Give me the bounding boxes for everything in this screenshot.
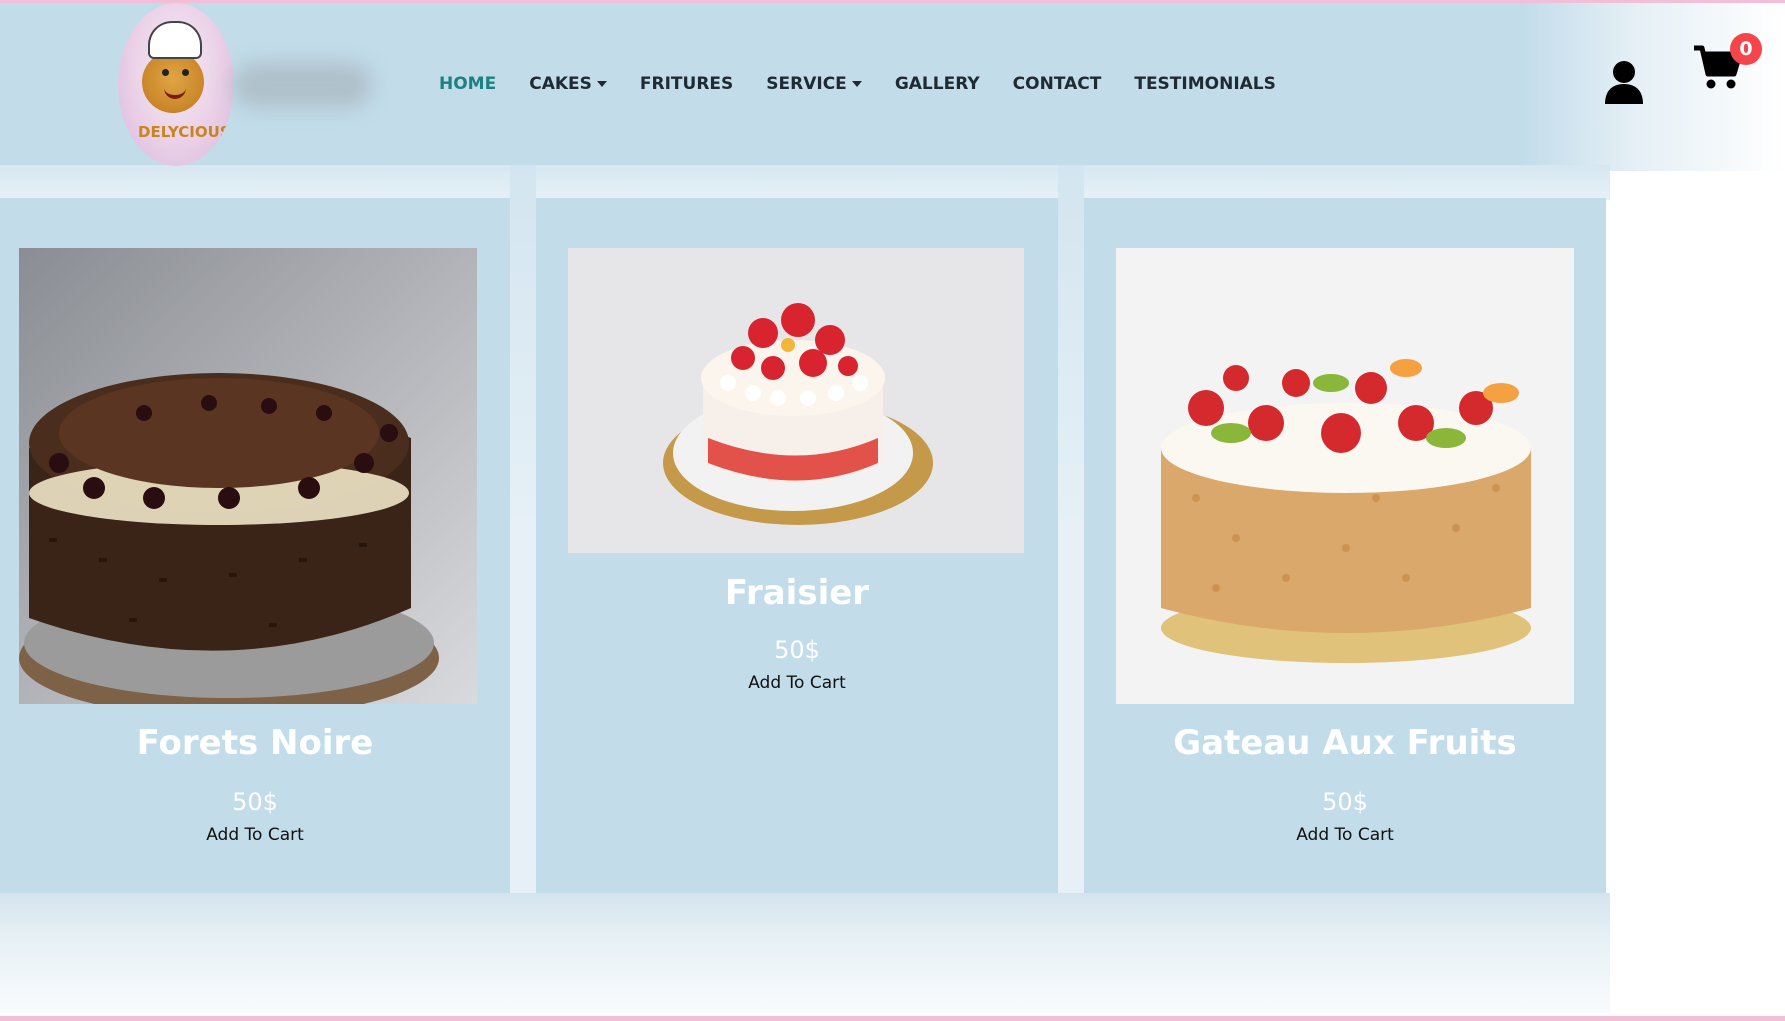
nav-contact[interactable]: CONTACT bbox=[1013, 74, 1102, 94]
black-forest-cake-image bbox=[19, 248, 477, 704]
logo-text: DELYCIOUS bbox=[138, 123, 231, 141]
nav-testimonials[interactable]: TESTIMONIALS bbox=[1134, 74, 1276, 94]
strawberry-cake-image bbox=[568, 248, 1024, 553]
nav-label: TESTIMONIALS bbox=[1134, 74, 1276, 94]
logo[interactable]: DELYCIOUS bbox=[118, 3, 234, 166]
nav-label: GALLERY bbox=[894, 74, 980, 94]
blurred-site-name bbox=[232, 62, 372, 108]
nav-label: HOME bbox=[439, 74, 497, 94]
product-title: Gateau Aux Fruits bbox=[1173, 723, 1517, 763]
chef-hat bbox=[148, 21, 202, 59]
nav-label: CONTACT bbox=[1012, 74, 1102, 94]
caret-down-icon bbox=[851, 81, 862, 87]
cookie-mascot-face bbox=[142, 51, 204, 113]
product-price: 50$ bbox=[1322, 788, 1368, 816]
page: DELYCIOUS HOME CAKES FRITURES SERVICE GA… bbox=[0, 0, 1785, 1021]
product-title: Fraisier bbox=[724, 573, 870, 613]
product-card-fraisier: Fraisier 50$ Add To Cart bbox=[536, 198, 1058, 893]
nav-gallery[interactable]: GALLERY bbox=[895, 74, 980, 94]
nav-service[interactable]: SERVICE bbox=[766, 74, 862, 94]
product-image[interactable] bbox=[568, 248, 1024, 553]
bottom-fade bbox=[0, 893, 1610, 1013]
header-bottom-band bbox=[0, 165, 1610, 200]
fruit-cake-image bbox=[1116, 248, 1574, 704]
product-price: 50$ bbox=[232, 788, 278, 816]
add-to-cart-button[interactable]: Add To Cart bbox=[536, 673, 1058, 693]
column-gap bbox=[1058, 165, 1084, 895]
header-fade bbox=[1520, 3, 1785, 171]
bottom-fade-right bbox=[1610, 893, 1785, 1013]
bottom-accent-line bbox=[0, 1016, 1785, 1021]
main-nav: HOME CAKES FRITURES SERVICE GALLERY CONT… bbox=[439, 74, 1309, 94]
nav-fritures[interactable]: FRITURES bbox=[640, 74, 733, 94]
nav-label: SERVICE bbox=[766, 74, 847, 94]
cart-count-badge: 0 bbox=[1730, 33, 1762, 65]
product-card-gateau-aux-fruits: Gateau Aux Fruits 50$ Add To Cart bbox=[1084, 198, 1606, 893]
nav-home[interactable]: HOME bbox=[439, 74, 496, 94]
column-gap bbox=[510, 165, 536, 895]
add-to-cart-button[interactable]: Add To Cart bbox=[0, 825, 510, 845]
nav-label: FRITURES bbox=[639, 74, 734, 94]
caret-down-icon bbox=[596, 81, 607, 87]
add-to-cart-button[interactable]: Add To Cart bbox=[1084, 825, 1606, 845]
product-card-forets-noire: Forets Noire 50$ Add To Cart bbox=[0, 198, 510, 893]
mascot-eye bbox=[182, 69, 189, 76]
product-price: 50$ bbox=[774, 636, 820, 664]
product-image[interactable] bbox=[19, 248, 477, 704]
product-title: Forets Noire bbox=[136, 723, 374, 763]
product-image[interactable] bbox=[1116, 248, 1574, 704]
nav-cakes[interactable]: CAKES bbox=[529, 74, 607, 94]
mascot-eye bbox=[162, 69, 169, 76]
nav-label: CAKES bbox=[529, 74, 592, 94]
user-icon[interactable] bbox=[1605, 60, 1643, 104]
